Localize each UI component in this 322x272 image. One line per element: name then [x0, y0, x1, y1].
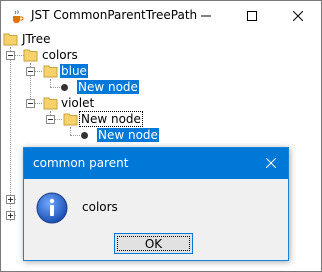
tree-node-label: New node: [79, 111, 143, 127]
tree-node-colors[interactable]: colors: [5, 47, 85, 63]
tree-node-label: JTree: [22, 32, 51, 46]
maximize-icon: [247, 11, 257, 21]
close-icon: [293, 11, 303, 21]
common-parent-dialog: common parent colors OK: [23, 147, 289, 261]
tree-node-label: New node: [97, 128, 159, 142]
close-button[interactable]: [275, 1, 321, 31]
dialog-message: colors: [82, 200, 118, 214]
expand-toggle-icon[interactable]: [6, 211, 15, 220]
tree-node-label: blue: [60, 64, 88, 78]
tree-node-label: colors: [42, 48, 78, 62]
tree-connector: [50, 79, 51, 87]
title-bar[interactable]: JST CommonParentTreePath: [1, 1, 321, 31]
close-icon: [265, 157, 277, 171]
minimize-button[interactable]: [183, 1, 229, 31]
folder-open-icon: [63, 111, 79, 127]
tree-node-violet-child[interactable]: New node: [45, 111, 145, 127]
dialog-title-bar[interactable]: common parent: [24, 148, 288, 179]
tree-node-blue-child[interactable]: New node: [59, 79, 169, 95]
tree-node-collapsed[interactable]: [5, 207, 25, 223]
folder-open-icon: [23, 47, 39, 63]
java-cup-icon: [9, 9, 25, 25]
collapse-toggle-icon[interactable]: [6, 51, 15, 60]
tree-node-violet[interactable]: violet: [25, 95, 105, 111]
information-icon: [36, 192, 68, 224]
tree-node-violet-grandchild[interactable]: New node: [79, 127, 169, 143]
tree-node-label: New node: [77, 80, 139, 94]
maximize-button[interactable]: [229, 1, 275, 31]
tree-node-blue[interactable]: blue: [25, 63, 105, 79]
minimize-icon: [201, 11, 211, 21]
app-window: JST CommonParentTreePath JTree colors bl…: [0, 0, 322, 272]
leaf-node-icon: [81, 132, 88, 139]
tree-connector: [70, 127, 71, 135]
folder-open-icon: [43, 95, 59, 111]
collapse-toggle-icon[interactable]: [26, 99, 35, 108]
collapse-toggle-icon[interactable]: [46, 115, 55, 124]
ok-button[interactable]: OK: [114, 233, 193, 254]
dialog-close-button[interactable]: [254, 148, 288, 179]
window-title: JST CommonParentTreePath: [31, 8, 198, 22]
folder-open-icon: [43, 63, 59, 79]
expand-toggle-icon[interactable]: [6, 195, 15, 204]
dialog-title: common parent: [33, 156, 129, 170]
leaf-node-icon: [61, 84, 68, 91]
tree-node-collapsed[interactable]: [5, 191, 25, 207]
folder-open-icon: [3, 31, 19, 47]
collapse-toggle-icon[interactable]: [26, 67, 35, 76]
tree-node-label: violet: [61, 96, 95, 110]
tree-node-root[interactable]: JTree: [3, 31, 63, 47]
